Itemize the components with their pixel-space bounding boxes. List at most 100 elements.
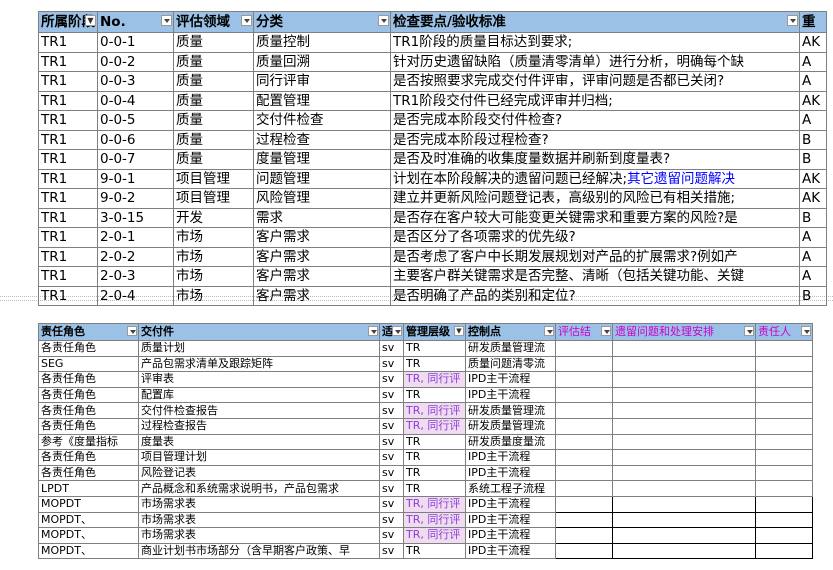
table1-cell-priority[interactable]: AK [799, 188, 827, 209]
table1-cell[interactable]: TR1 [38, 110, 98, 131]
table1-cell[interactable]: 市场 [173, 246, 254, 267]
table1-cell[interactable]: 0-0-6 [97, 129, 174, 150]
table2-cell[interactable]: 系统工程子流程 [465, 480, 556, 497]
table1-cell-priority[interactable]: AK [799, 168, 827, 189]
table2-cell[interactable] [555, 417, 613, 435]
table2-cell[interactable]: TR [403, 464, 466, 482]
filter-active-icon[interactable]: ▼ [454, 326, 464, 336]
table2-header-cell[interactable]: 责任角色 [38, 323, 139, 341]
table1-header-cell[interactable]: No. [97, 11, 174, 33]
table2-cell[interactable]: TR [403, 480, 466, 497]
filter-dropdown-icon[interactable] [392, 326, 402, 336]
table1-cell-criteria[interactable]: 是否考虑了客户中长期发展规划对产品的扩展需求?例如产 [390, 246, 800, 267]
table2-cell[interactable]: sv [379, 527, 404, 544]
table2-cell[interactable]: IPD主干流程 [465, 449, 556, 466]
table1-cell[interactable]: 2-0-4 [97, 285, 174, 306]
table1-header-cell[interactable]: 评估领域 [173, 11, 254, 33]
table2-cell[interactable] [612, 417, 756, 435]
table2-cell[interactable]: sv [379, 495, 404, 513]
table1-cell[interactable]: TR1 [38, 168, 98, 189]
table1-cell[interactable]: TR1 [38, 266, 98, 287]
table1-cell[interactable]: 市场 [173, 266, 254, 287]
table1-cell[interactable]: TR1 [38, 32, 98, 53]
table1-header-cell[interactable]: 重 [799, 11, 827, 33]
table2-cell[interactable]: sv [379, 433, 404, 451]
table1-cell[interactable]: 质量 [173, 149, 254, 170]
table1-cell[interactable]: 客户需求 [253, 227, 391, 248]
table2-cell[interactable]: SEG [38, 355, 139, 373]
table1-cell[interactable]: 交付件检查 [253, 110, 391, 131]
table2-cell[interactable] [755, 495, 813, 513]
table1-cell[interactable]: 市场 [173, 285, 254, 306]
table2-cell[interactable]: IPD主干流程 [465, 495, 556, 513]
table2-cell[interactable] [612, 449, 756, 466]
table1-cell-criteria[interactable]: TR1阶段交付件已经完成评审并归档; [390, 90, 800, 111]
table1-cell-criteria[interactable]: 是否按照要求完成交付件评审，评审问题是否都已关闭? [390, 71, 800, 92]
table1-cell-priority[interactable]: A [799, 71, 827, 92]
table2-cell[interactable] [555, 386, 613, 404]
table2-cell[interactable]: 市场需求表 [138, 511, 380, 529]
table1-cell-criteria[interactable]: 是否存在客户较大可能变更关键需求和重要方案的风险?是 [390, 207, 800, 228]
table2-cell[interactable]: MOPDT [38, 495, 139, 513]
table2-cell[interactable] [612, 340, 756, 357]
table2-cell[interactable] [555, 495, 613, 513]
table2-cell[interactable] [612, 355, 756, 373]
table2-header-cell[interactable]: 责任人 [755, 323, 813, 341]
table1-cell-priority[interactable]: AK [799, 32, 827, 53]
table2-cell[interactable]: 交付件检查报告 [138, 402, 380, 419]
table1-cell[interactable]: 市场 [173, 227, 254, 248]
table1-cell-priority[interactable]: AK [799, 90, 827, 111]
table2-cell[interactable]: IPD主干流程 [465, 386, 556, 404]
table2-cell[interactable] [755, 402, 813, 419]
table1-cell[interactable]: TR1 [38, 188, 98, 209]
table1-cell-criteria[interactable]: 是否区分了各项需求的优先级? [390, 227, 800, 248]
table2-cell[interactable]: 研发质量管理流 [465, 340, 556, 357]
table2-cell[interactable] [755, 527, 813, 544]
table2-cell[interactable]: TR [403, 386, 466, 404]
filter-dropdown-icon[interactable] [544, 326, 554, 336]
table1-cell[interactable]: 客户需求 [253, 285, 391, 306]
table2-cell[interactable]: 质量计划 [138, 340, 380, 357]
table2-cell[interactable]: IPD主干流程 [465, 511, 556, 529]
table2-cell[interactable] [755, 542, 813, 560]
table2-cell[interactable]: 研发质量度量流 [465, 433, 556, 451]
table2-cell[interactable] [755, 449, 813, 466]
table2-cell[interactable]: MOPDT、 [38, 511, 139, 529]
table1-cell-criteria[interactable]: TR1阶段的质量目标达到要求; [390, 32, 800, 53]
table2-cell[interactable]: TR [403, 355, 466, 373]
table1-cell[interactable]: 0-0-4 [97, 90, 174, 111]
table2-cell[interactable]: 各责任角色 [38, 402, 139, 419]
table2-cell[interactable]: MOPDT、 [38, 527, 139, 544]
table1-cell-criteria[interactable]: 建立并更新风险问题登记表，高级别的风险已有相关措施; [390, 188, 800, 209]
table1-cell[interactable]: 9-0-1 [97, 168, 174, 189]
table1-cell[interactable]: 0-0-5 [97, 110, 174, 131]
table2-cell[interactable]: TR, 同行评 [403, 511, 466, 529]
table2-cell[interactable] [555, 433, 613, 451]
table2-cell[interactable] [612, 402, 756, 419]
table2-cell[interactable] [612, 495, 756, 513]
table2-cell[interactable]: sv [379, 542, 404, 560]
table2-cell[interactable]: IPD主干流程 [465, 371, 556, 388]
table1-cell-criteria[interactable]: 计划在本阶段解决的遗留问题已经解决;其它遗留问题解决 [390, 168, 800, 189]
table1-cell[interactable]: TR1 [38, 207, 98, 228]
table2-cell[interactable]: TR, 同行评 [403, 527, 466, 544]
table2-cell[interactable] [612, 464, 756, 482]
table2-cell[interactable]: 各责任角色 [38, 417, 139, 435]
table2-cell[interactable] [755, 355, 813, 373]
table1-cell[interactable]: TR1 [38, 246, 98, 267]
table1-cell[interactable]: 0-0-2 [97, 51, 174, 72]
table2-cell[interactable] [555, 355, 613, 373]
table1-cell[interactable]: TR1 [38, 71, 98, 92]
table2-cell[interactable]: 产品概念和系统需求说明书，产品包需求 [138, 480, 380, 497]
table2-cell[interactable]: sv [379, 449, 404, 466]
table1-cell-criteria[interactable]: 是否完成本阶段过程检查? [390, 129, 800, 150]
table2-cell[interactable]: 质量问题清零流 [465, 355, 556, 373]
table2-cell[interactable]: TR [403, 340, 466, 357]
table1-cell-priority[interactable]: A [799, 227, 827, 248]
table2-cell[interactable] [555, 371, 613, 388]
table1-cell-priority[interactable]: A [799, 110, 827, 131]
filter-dropdown-icon[interactable] [801, 326, 811, 336]
table1-cell-criteria[interactable]: 是否明确了产品的类别和定位? [390, 285, 800, 306]
filter-dropdown-icon[interactable] [744, 326, 754, 336]
table2-cell[interactable]: TR [403, 433, 466, 451]
